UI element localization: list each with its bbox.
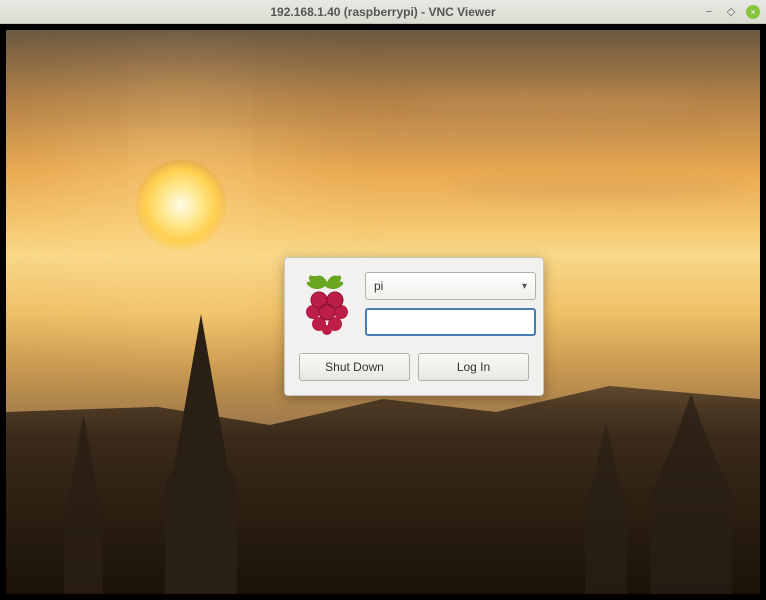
chevron-down-icon: ▾ xyxy=(522,281,527,292)
window-title: 192.168.1.40 (raspberrypi) - VNC Viewer xyxy=(0,5,766,19)
username-value: pi xyxy=(374,279,383,293)
titlebar: 192.168.1.40 (raspberrypi) - VNC Viewer … xyxy=(0,0,766,24)
close-button[interactable]: × xyxy=(746,5,760,19)
vnc-window: 192.168.1.40 (raspberrypi) - VNC Viewer … xyxy=(0,0,766,600)
username-select[interactable]: pi ▾ xyxy=(365,272,536,300)
login-button[interactable]: Log In xyxy=(418,353,529,381)
maximize-button[interactable]: ◇ xyxy=(724,5,738,19)
minimize-button[interactable]: − xyxy=(702,5,716,19)
window-controls: − ◇ × xyxy=(702,5,760,19)
raspberry-pi-logo-icon xyxy=(299,272,355,341)
vnc-viewport: pi ▾ Shut Down Log In xyxy=(0,24,766,600)
shutdown-button[interactable]: Shut Down xyxy=(299,353,410,381)
password-input[interactable] xyxy=(365,308,536,336)
login-panel: pi ▾ Shut Down Log In xyxy=(284,257,544,396)
